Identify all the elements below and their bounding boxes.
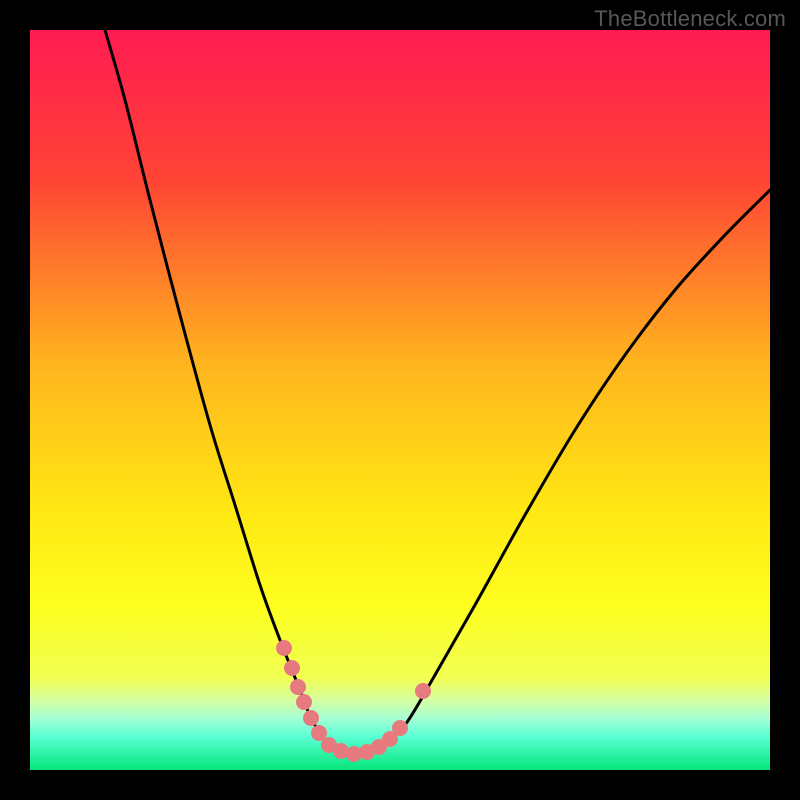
marker-dot <box>415 683 431 699</box>
marker-dot <box>303 710 319 726</box>
marker-dot <box>276 640 292 656</box>
series-curve-right <box>380 190 770 748</box>
chart-frame <box>30 30 770 770</box>
marker-dot <box>296 694 312 710</box>
watermark-text: TheBottleneck.com <box>594 6 786 32</box>
marker-dot <box>392 720 408 736</box>
series-curve-left <box>105 30 330 748</box>
marker-dot <box>284 660 300 676</box>
markers-group <box>276 640 431 762</box>
marker-dot <box>290 679 306 695</box>
chart-curves <box>30 30 770 770</box>
series-group <box>105 30 770 754</box>
